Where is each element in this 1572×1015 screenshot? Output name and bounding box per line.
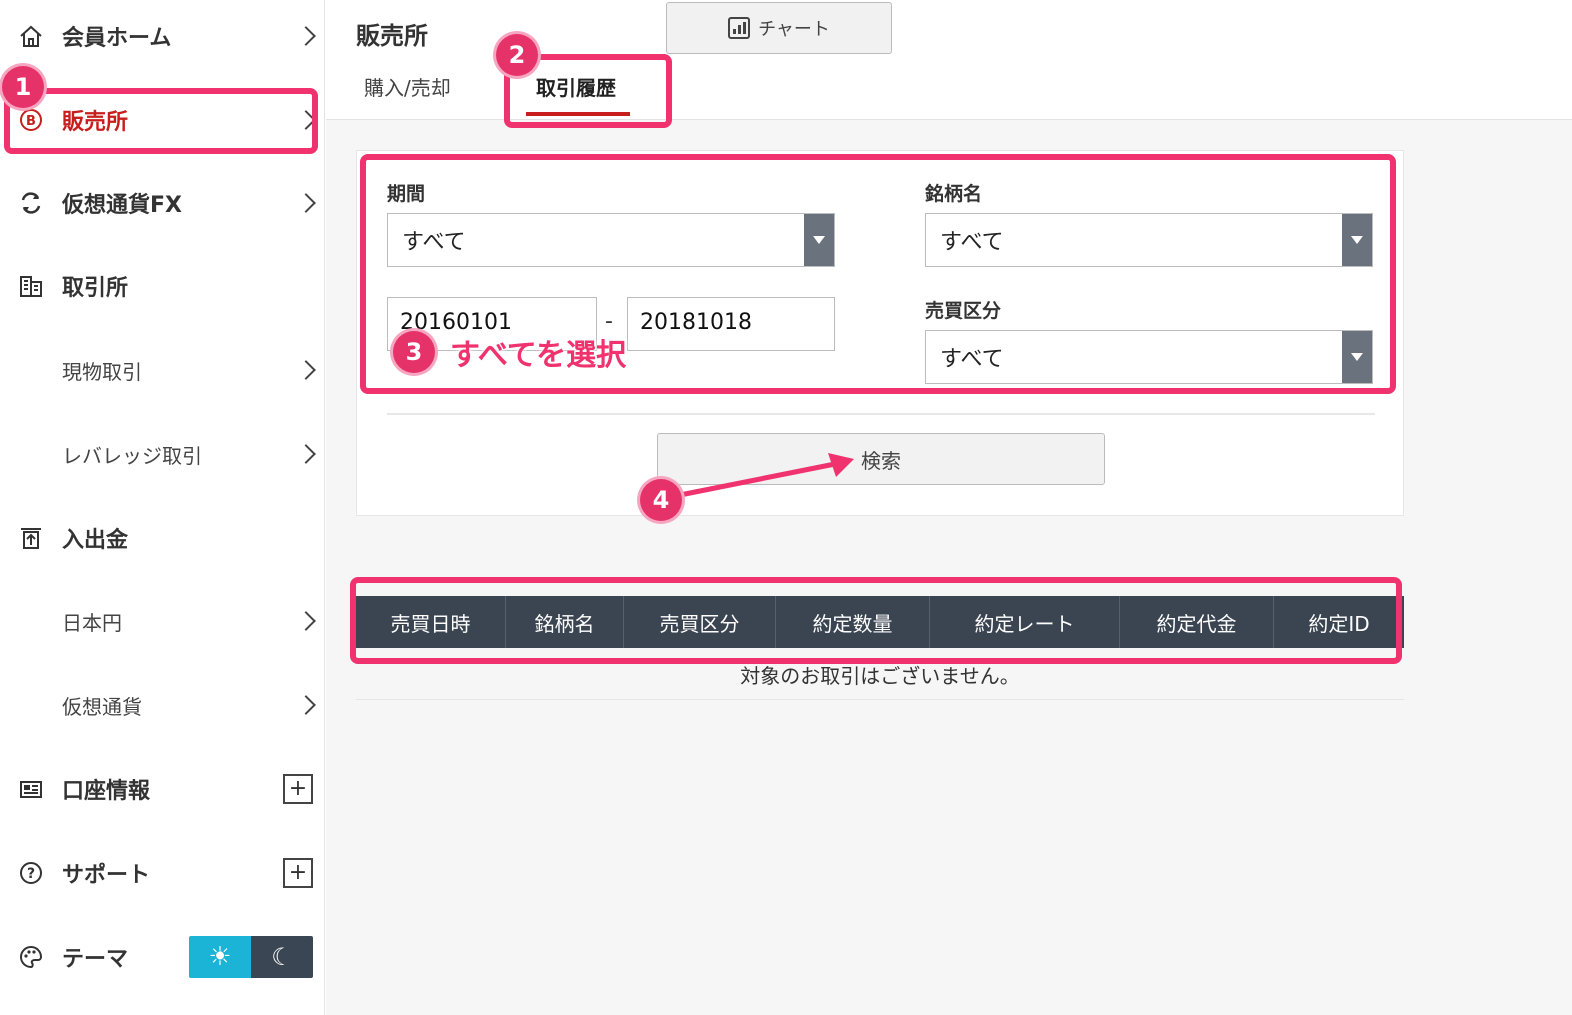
exchange-icon bbox=[16, 188, 46, 218]
deposit-icon bbox=[16, 523, 46, 553]
sidebar-item-account-info[interactable]: 口座情報 + bbox=[0, 759, 325, 819]
sidebar-item-label: レバレッジ取引 bbox=[62, 443, 202, 468]
sidebar-item-label: テーマ bbox=[62, 947, 129, 972]
tab-trade-history[interactable]: 取引履歴 bbox=[536, 72, 616, 101]
column-header[interactable]: 約定代金 bbox=[1120, 596, 1274, 648]
empty-table-message: 対象のお取引はございません。 bbox=[356, 650, 1404, 700]
side-label: 売買区分 bbox=[925, 300, 1002, 322]
column-header[interactable]: 銘柄名 bbox=[506, 596, 624, 648]
moon-icon[interactable]: ☾ bbox=[251, 936, 313, 978]
sidebar-item-support[interactable]: ? サポート + bbox=[0, 843, 325, 903]
account-icon bbox=[16, 774, 46, 804]
chart-button[interactable]: チャート bbox=[666, 2, 892, 54]
sidebar-item-label: 取引所 bbox=[62, 276, 129, 301]
palette-icon bbox=[16, 942, 46, 972]
chevron-right-icon bbox=[296, 110, 316, 130]
column-header[interactable]: 売買区分 bbox=[624, 596, 776, 648]
side-select[interactable]: すべて bbox=[925, 330, 1373, 384]
annotation-badge-1: 1 bbox=[2, 66, 44, 108]
dropdown-arrow-icon bbox=[1342, 214, 1372, 266]
annotation-badge-2: 2 bbox=[496, 34, 538, 76]
chevron-right-icon bbox=[296, 193, 316, 213]
sidebar-item-label: 仮想通貨FX bbox=[62, 193, 182, 218]
home-icon bbox=[16, 21, 46, 51]
chevron-right-icon bbox=[296, 611, 316, 631]
sidebar-item-jpy[interactable]: 日本円 bbox=[0, 591, 325, 651]
tab-active-indicator bbox=[526, 112, 630, 116]
main-content: 販売所 チャート 購入/売却 取引履歴 期間 すべて 銘柄名 すべて 20160… bbox=[326, 0, 1572, 1015]
sidebar-item-label: 会員ホーム bbox=[62, 26, 172, 51]
sidebar-item-spot-trading[interactable]: 現物取引 bbox=[0, 340, 325, 400]
period-value: すべて bbox=[402, 230, 466, 255]
sidebar-item-label: 日本円 bbox=[62, 610, 122, 635]
annotation-note: すべてを選択 bbox=[450, 338, 627, 373]
sidebar-item-label: 口座情報 bbox=[62, 779, 151, 804]
column-header[interactable]: 約定数量 bbox=[776, 596, 930, 648]
plus-icon[interactable]: + bbox=[283, 774, 313, 804]
column-header[interactable]: 約定レート bbox=[930, 596, 1120, 648]
chart-icon bbox=[728, 17, 751, 39]
column-header[interactable]: 売買日時 bbox=[356, 596, 506, 648]
symbol-value: すべて bbox=[940, 230, 1004, 255]
sidebar-item-leverage-trading[interactable]: レバレッジ取引 bbox=[0, 424, 325, 484]
plus-icon[interactable]: + bbox=[283, 858, 313, 888]
sidebar-item-member-home[interactable]: 会員ホーム bbox=[0, 6, 325, 66]
sidebar-item-label: 現物取引 bbox=[62, 359, 142, 384]
side-value: すべて bbox=[940, 347, 1004, 372]
sidebar: 会員ホーム B 販売所 仮想通貨FX 取引所 現物取引 レバレッジ取引 入出金 bbox=[0, 0, 325, 1015]
bitcoin-icon: B bbox=[16, 105, 46, 135]
help-icon: ? bbox=[16, 858, 46, 888]
divider bbox=[387, 413, 1375, 415]
sidebar-item-hanbaijo[interactable]: B 販売所 bbox=[0, 90, 325, 150]
svg-text:B: B bbox=[26, 114, 36, 129]
chevron-right-icon bbox=[296, 26, 316, 46]
page-title: 販売所 bbox=[356, 22, 428, 50]
table-header: 売買日時 銘柄名 売買区分 約定数量 約定レート 約定代金 約定ID bbox=[356, 596, 1404, 648]
symbol-label: 銘柄名 bbox=[925, 183, 983, 205]
chevron-right-icon bbox=[296, 360, 316, 380]
chevron-right-icon bbox=[296, 695, 316, 715]
sidebar-item-label: 仮想通貨 bbox=[62, 694, 142, 719]
sidebar-item-torihikijo[interactable]: 取引所 bbox=[0, 256, 325, 316]
dropdown-arrow-icon bbox=[1342, 331, 1372, 383]
sidebar-item-deposit-withdraw[interactable]: 入出金 bbox=[0, 508, 325, 568]
column-header[interactable]: 約定ID bbox=[1274, 596, 1404, 648]
annotation-badge-4: 4 bbox=[640, 479, 682, 521]
period-select[interactable]: すべて bbox=[387, 213, 835, 267]
sidebar-item-crypto-fx[interactable]: 仮想通貨FX bbox=[0, 173, 325, 233]
theme-toggle[interactable]: ☀ ☾ bbox=[189, 936, 313, 978]
sidebar-item-crypto[interactable]: 仮想通貨 bbox=[0, 675, 325, 735]
sun-icon[interactable]: ☀ bbox=[189, 936, 251, 978]
annotation-badge-3: 3 bbox=[393, 331, 435, 373]
dropdown-arrow-icon bbox=[804, 214, 834, 266]
sidebar-item-label: サポート bbox=[62, 863, 151, 888]
period-label: 期間 bbox=[387, 183, 426, 205]
chevron-right-icon bbox=[296, 444, 316, 464]
building-icon bbox=[16, 271, 46, 301]
svg-text:?: ? bbox=[27, 866, 35, 882]
sidebar-item-label: 入出金 bbox=[62, 528, 129, 553]
tab-buy-sell[interactable]: 購入/売却 bbox=[364, 72, 451, 101]
chart-button-label: チャート bbox=[758, 19, 830, 40]
sidebar-item-theme: テーマ ☀ ☾ bbox=[0, 927, 325, 987]
sidebar-item-label: 販売所 bbox=[62, 110, 129, 135]
symbol-select[interactable]: すべて bbox=[925, 213, 1373, 267]
date-to-input[interactable]: 20181018 bbox=[627, 297, 835, 351]
